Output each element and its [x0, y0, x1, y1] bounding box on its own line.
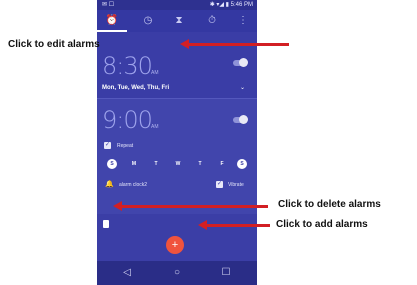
clock-icon[interactable]: ◷ [140, 13, 156, 29]
weekday-thursday[interactable]: T [195, 159, 205, 169]
alarm-toggle[interactable] [233, 58, 248, 67]
stopwatch-icon[interactable]: ⏱ [204, 13, 220, 29]
home-icon[interactable]: ○ [171, 267, 183, 279]
alarm-clock-icon[interactable]: ⏰ [104, 13, 120, 29]
weekday-tuesday[interactable]: T [151, 159, 161, 169]
delete-alarms-annotation: Click to delete alarms [278, 199, 381, 210]
edit-arrow [180, 39, 289, 49]
weekday-sunday[interactable]: S [107, 159, 117, 169]
ringtone-label[interactable]: alarm clock2 [119, 182, 147, 188]
alarm-card-collapsed[interactable]: 8:30 AM Mon, Tue, Wed, Thu, Fri ⌄ [97, 32, 257, 98]
trash-icon[interactable] [103, 220, 109, 228]
tab-bar: ⏰ ◷ ⧗ ⏱ ⋮ [97, 10, 257, 32]
alarm-ampm: AM [151, 70, 159, 76]
add-alarm-button[interactable]: + [166, 236, 184, 254]
alarm-toggle[interactable] [233, 115, 248, 124]
add-arrow [198, 220, 270, 230]
toggle-knob [239, 115, 248, 124]
edit-alarms-annotation: Click to edit alarms [8, 39, 100, 50]
bell-icon: 🔔 [105, 181, 114, 188]
recents-icon[interactable]: ☐ [220, 267, 232, 279]
vibrate-label: Vibrate [228, 182, 244, 188]
chevron-down-icon[interactable]: ⌄ [240, 84, 245, 91]
alarm-ampm: AM [151, 124, 159, 130]
delete-arrow [113, 201, 268, 211]
repeat-label: Repeat [117, 143, 134, 149]
vibrate-checkbox[interactable]: ✓ [216, 181, 223, 188]
repeat-checkbox[interactable]: ✓ [104, 142, 111, 149]
toggle-knob [239, 58, 248, 67]
weekday-friday[interactable]: F [217, 159, 227, 169]
weekday-saturday[interactable]: S [237, 159, 247, 169]
status-bar: ✉ ☐ ✱ ▾◢ ▮ 5:46 PM [97, 0, 257, 10]
add-alarms-annotation: Click to add alarms [276, 219, 368, 230]
alarm-days: Mon, Tue, Wed, Thu, Fri [102, 85, 170, 91]
weekday-wednesday[interactable]: W [173, 159, 183, 169]
alarm-time[interactable]: 9:00 [102, 106, 153, 134]
alarm-time[interactable]: 8:30 [102, 52, 153, 80]
navigation-bar: ◁ ○ ☐ [97, 261, 257, 285]
hourglass-icon[interactable]: ⧗ [171, 13, 187, 29]
weekday-monday[interactable]: M [129, 159, 139, 169]
alarm-card-expanded: 9:00 AM ✓ Repeat S M T W T F S 🔔 alarm c… [97, 98, 257, 214]
overflow-menu-icon[interactable]: ⋮ [235, 13, 251, 29]
status-indicators: ✱ ▾◢ ▮ 5:46 PM [209, 2, 253, 8]
back-icon[interactable]: ◁ [121, 267, 133, 279]
notification-icons: ✉ ☐ [102, 2, 115, 8]
